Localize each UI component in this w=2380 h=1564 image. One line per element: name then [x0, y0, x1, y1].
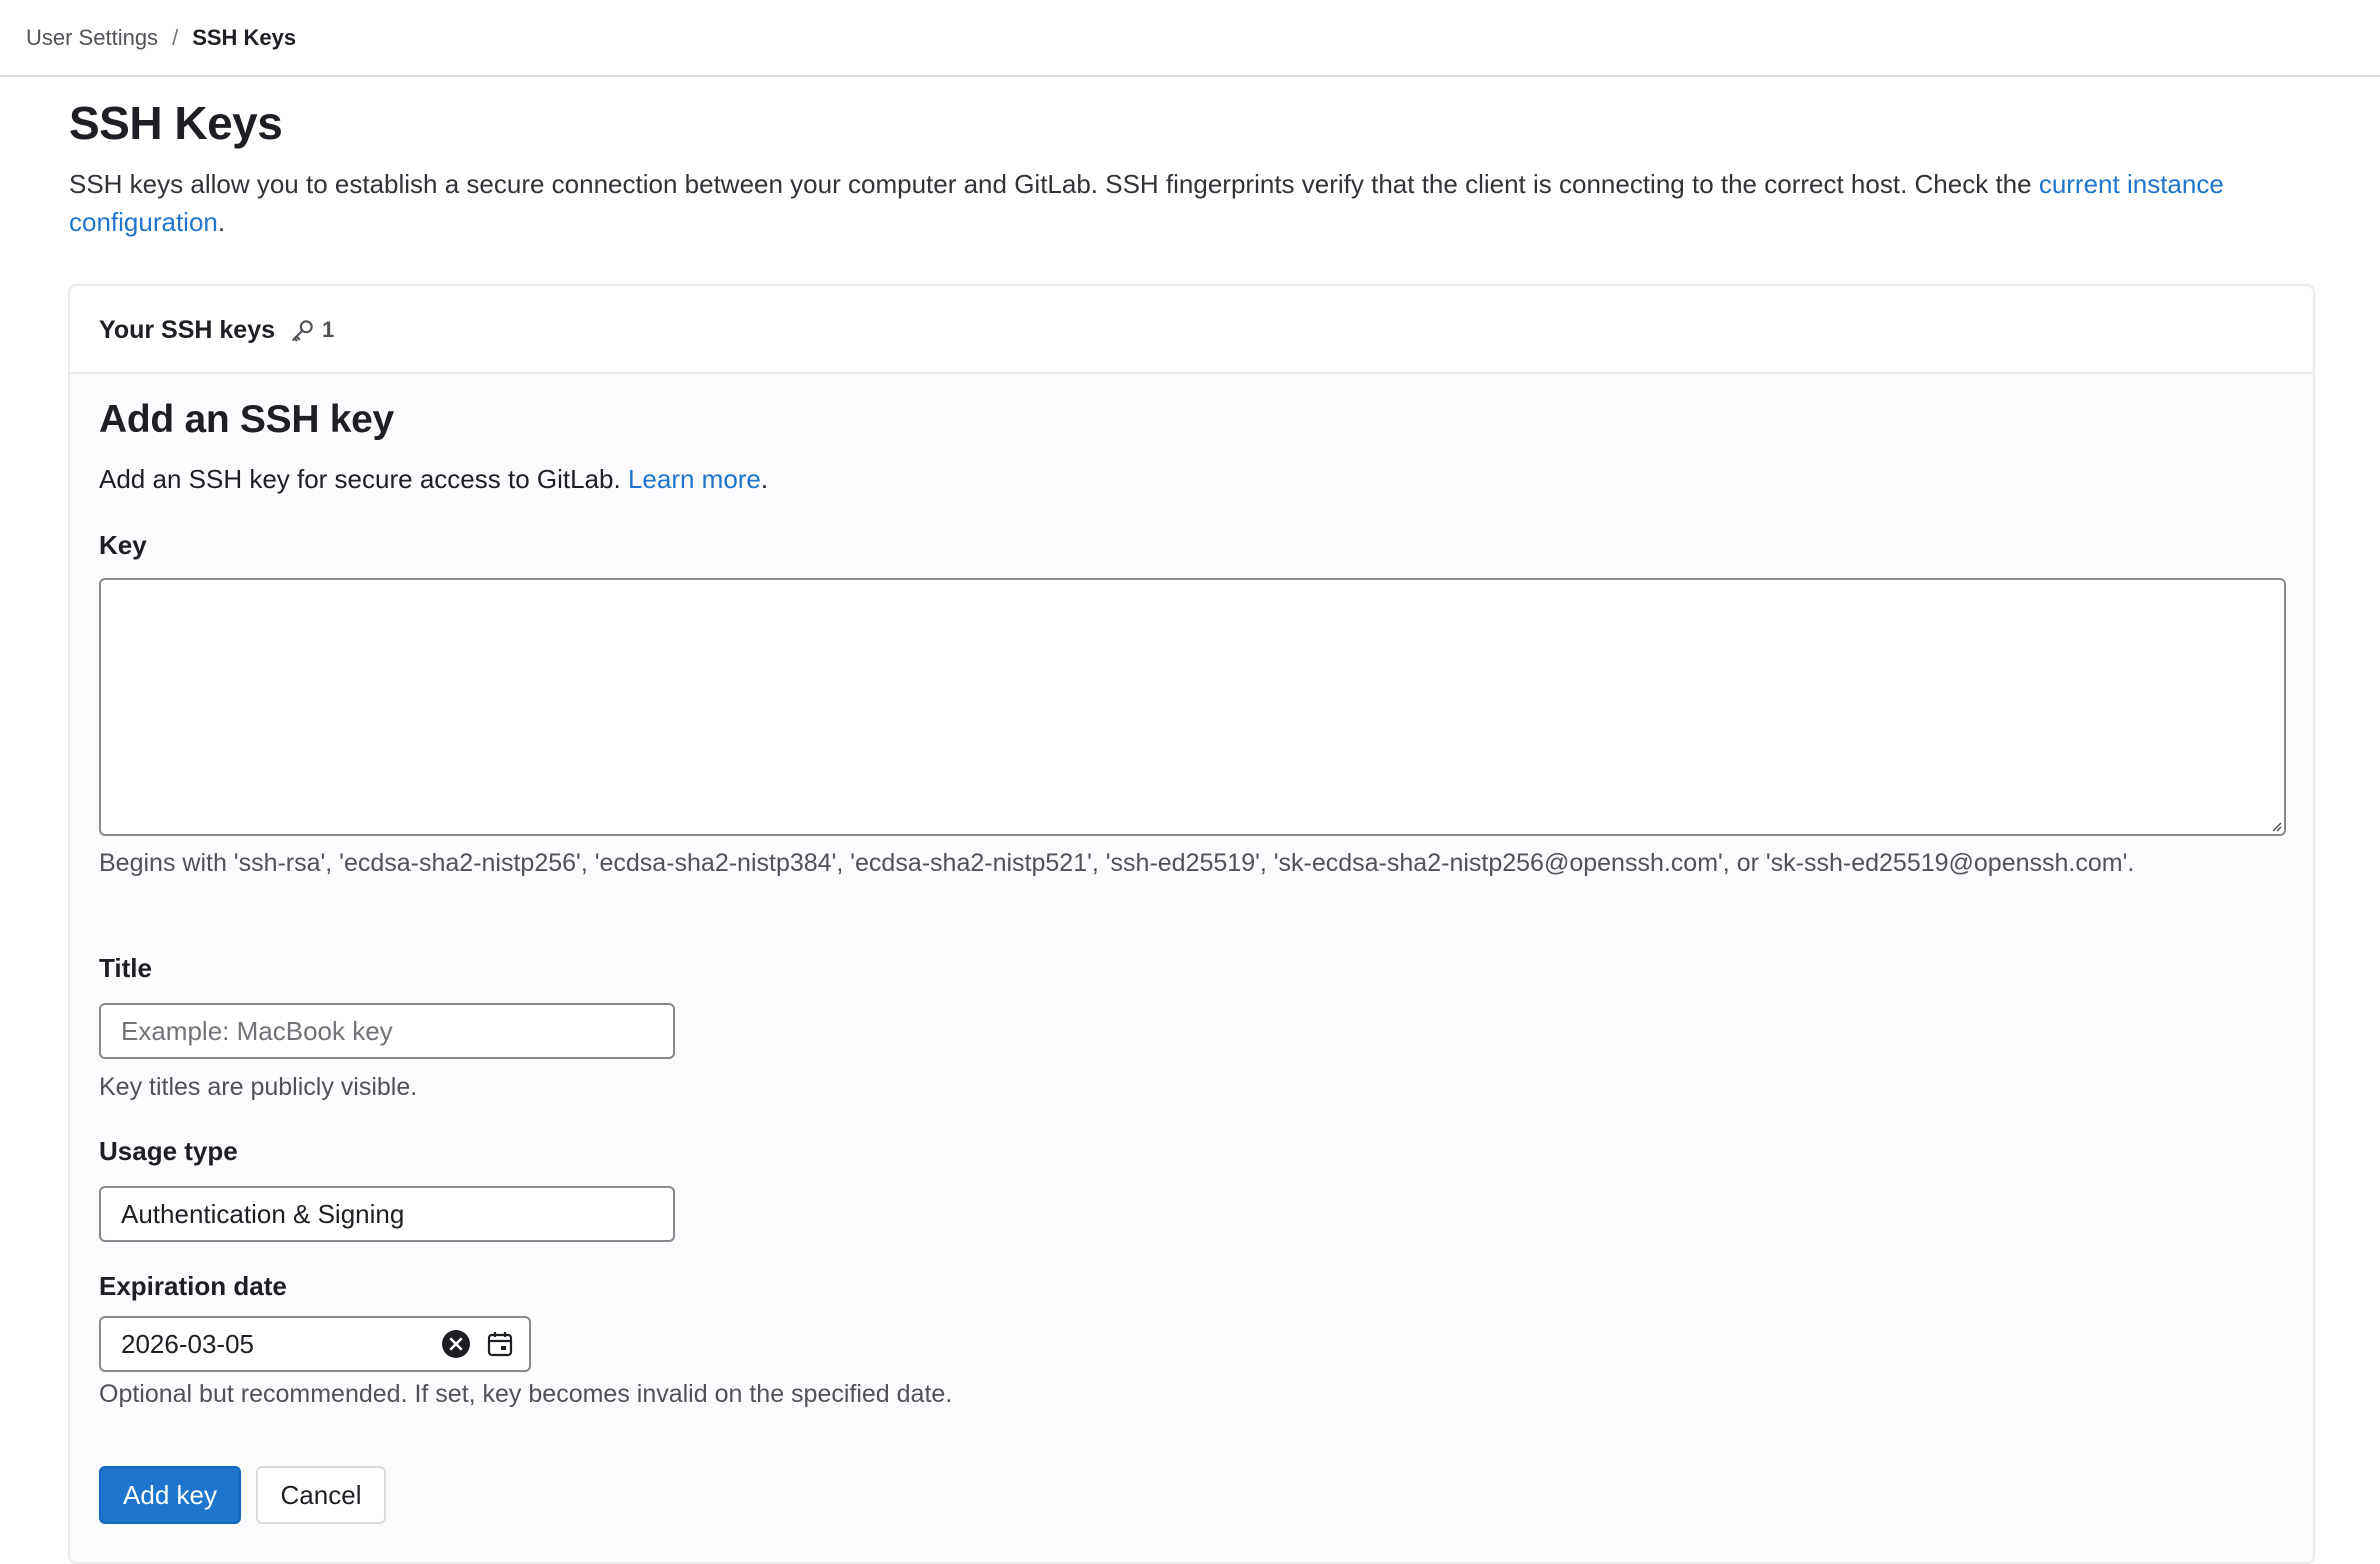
title-help-text: Key titles are publicly visible.	[99, 1073, 418, 1101]
open-calendar-button[interactable]	[485, 1329, 515, 1359]
ssh-keys-card: Your SSH keys 1 Add an SSH key Add an SS…	[68, 284, 2315, 1564]
add-ssh-key-description: Add an SSH key for secure access to GitL…	[99, 461, 768, 497]
key-help-text: Begins with 'ssh-rsa', 'ecdsa-sha2-nistp…	[99, 849, 2135, 877]
clear-date-button[interactable]	[441, 1329, 471, 1359]
expiration-date-label: Expiration date	[99, 1271, 287, 1301]
key-count: 1	[322, 317, 335, 342]
add-ssh-key-title: Add an SSH key	[99, 398, 394, 441]
title-input[interactable]	[99, 1003, 675, 1059]
page-description: SSH keys allow you to establish a secure…	[69, 165, 2319, 241]
card-header-title: Your SSH keys	[99, 316, 276, 344]
cancel-button[interactable]: Cancel	[256, 1466, 386, 1524]
breadcrumb: User Settings / SSH Keys	[26, 24, 296, 52]
breadcrumb-user-settings[interactable]: User Settings	[26, 24, 158, 52]
expiration-date-input[interactable]: 2026-03-05	[99, 1316, 531, 1372]
page-description-text: SSH keys allow you to establish a secure…	[69, 169, 2039, 199]
page-title: SSH Keys	[69, 97, 283, 149]
breadcrumb-current: SSH Keys	[192, 25, 297, 50]
key-count-badge: 1	[290, 315, 334, 345]
key-textarea[interactable]	[99, 578, 2286, 836]
usage-type-label: Usage type	[99, 1136, 238, 1166]
key-label: Key	[99, 530, 147, 560]
clear-circle-icon	[442, 1330, 470, 1358]
learn-more-link[interactable]: Learn more	[628, 464, 761, 494]
resize-grip-icon[interactable]	[2270, 820, 2282, 832]
add-key-button[interactable]: Add key	[99, 1466, 241, 1524]
breadcrumb-separator: /	[172, 25, 179, 50]
card-header: Your SSH keys 1	[70, 286, 2313, 374]
key-icon	[292, 320, 313, 342]
title-label: Title	[99, 953, 152, 983]
calendar-icon	[487, 1332, 513, 1357]
page-description-end: .	[217, 207, 226, 237]
breadcrumb-bar: User Settings / SSH Keys	[0, 0, 2380, 77]
expiration-help-text: Optional but recommended. If set, key be…	[99, 1380, 953, 1408]
add-ssh-key-description-text: Add an SSH key for secure access to GitL…	[99, 464, 628, 494]
usage-type-select[interactable]: Authentication & Signing	[99, 1186, 675, 1242]
usage-type-selected-value: Authentication & Signing	[121, 1198, 405, 1229]
add-ssh-key-description-end: .	[760, 464, 769, 494]
expiration-date-value[interactable]: 2026-03-05	[101, 1329, 441, 1360]
